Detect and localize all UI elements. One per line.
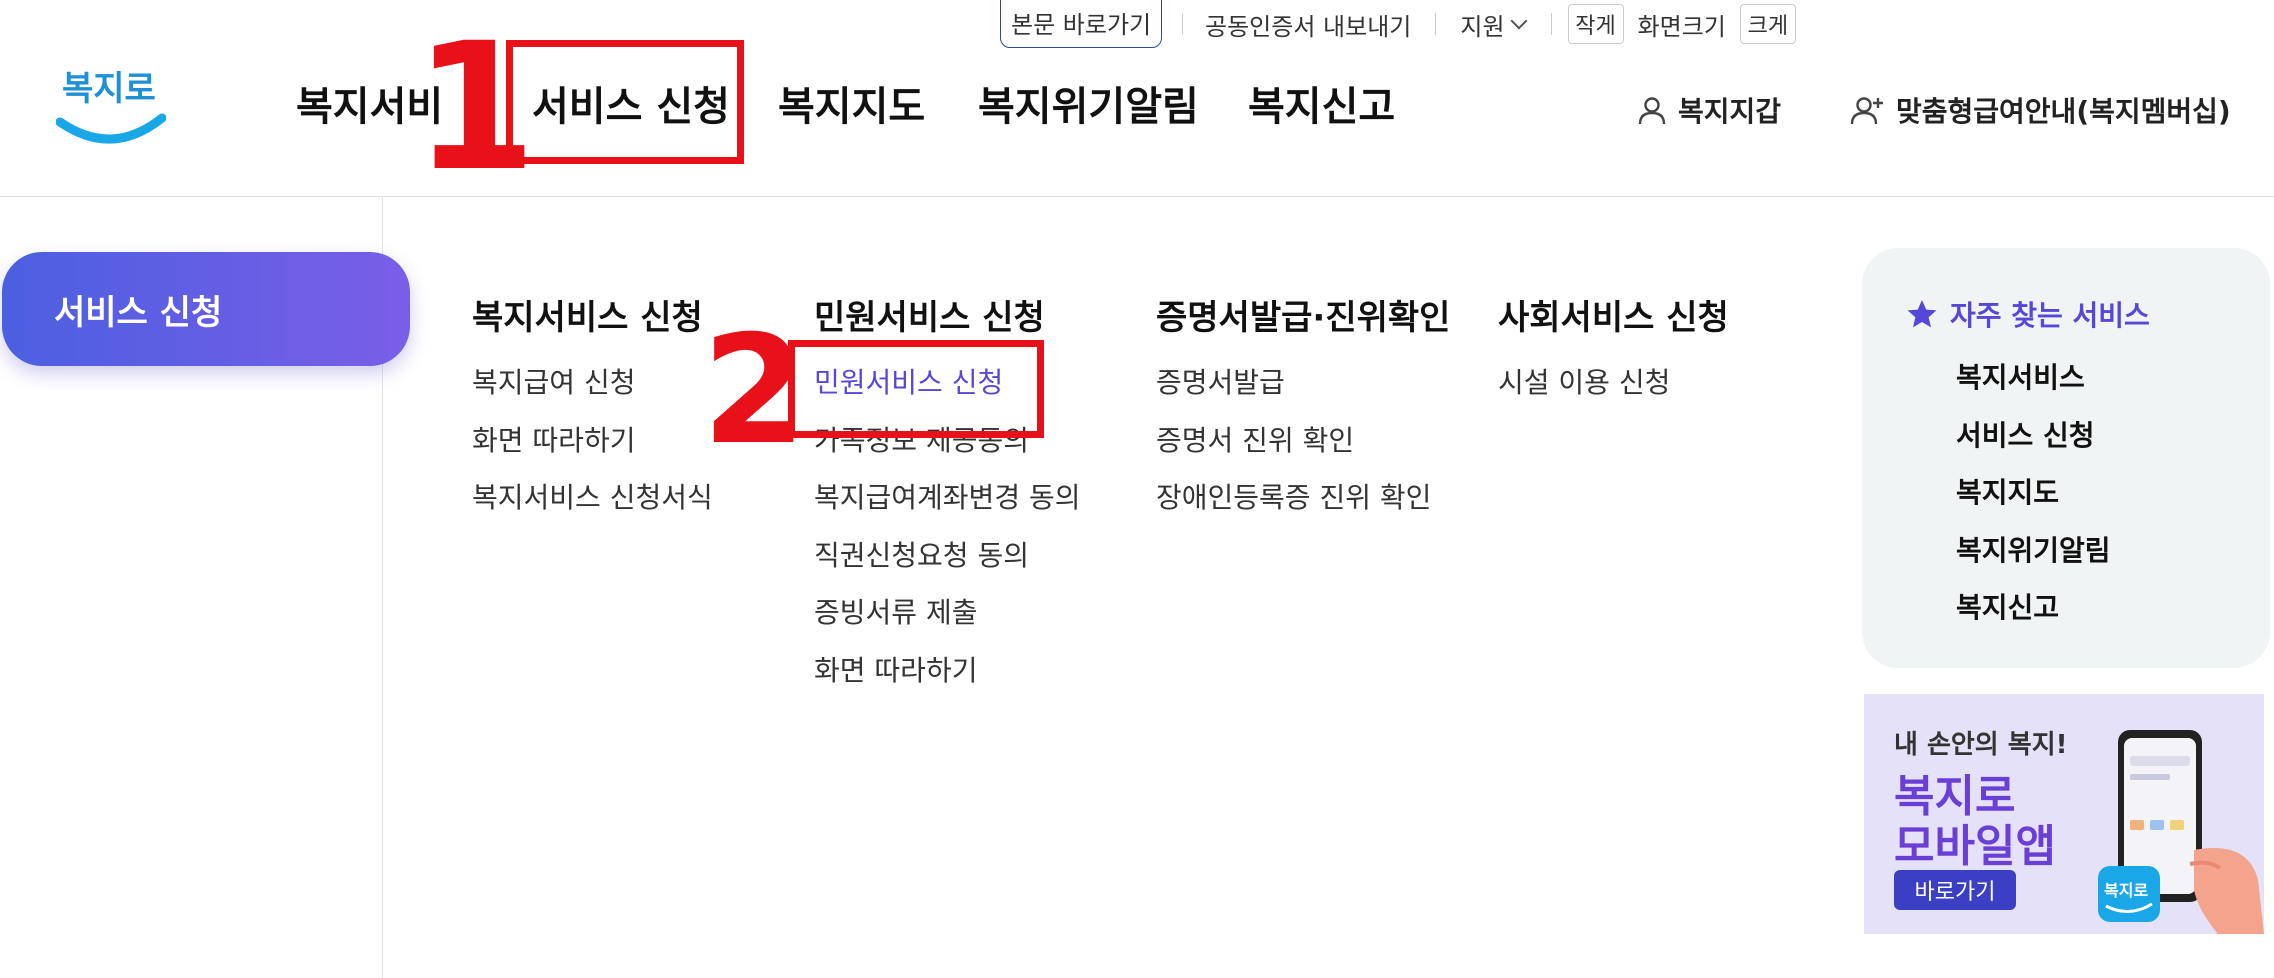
divider [1550,13,1552,35]
favorite-item[interactable]: 복지위기알림 [1956,531,2111,589]
annotation-box-2 [788,340,1044,438]
user-icon [1638,97,1666,125]
phone-logo-text: 복지로 [2104,881,2148,900]
wallet-link[interactable]: 복지지갑 [1636,90,1781,130]
support-dropdown[interactable]: 지원 [1460,7,1528,42]
menu-column-title: 복지서비스 신청 [472,298,703,338]
side-menu-service-application[interactable]: 서비스 신청 [2,252,410,366]
favorite-item[interactable]: 서비스 신청 [1956,416,2111,474]
zoom-label: 화면크기 [1637,12,1726,41]
membership-label: 맞춤형급여안내(복지멤버십) [1896,95,2231,128]
gnb-welfare-report[interactable]: 복지신고 [1248,74,1395,132]
header-divider [0,196,2274,197]
cert-export-label: 공동인증서 내보내기 [1205,12,1412,41]
chevron-down-icon [1510,12,1528,30]
divider [1182,13,1183,35]
membership-link[interactable]: 맞춤형급여안내(복지멤버십) [1850,90,2231,130]
utility-bar: 본문 바로가기 공동인증서 내보내기 지원 작게 화면크기 크게 [1000,0,2274,48]
menu-column-social: 사회서비스 신청 시설 이용 신청 [1498,290,1729,421]
banner-tagline: 내 손안의 복지! [1894,730,2068,760]
menu-link[interactable]: 증명서 진위 확인 [1156,421,1450,479]
favorites-title-label: 자주 찾는 서비스 [1950,299,2150,332]
menu-column-title: 증명서발급·진위확인 [1156,298,1451,338]
gnb-crisis-alert[interactable]: 복지위기알림 [978,74,1199,132]
banner-go-button[interactable]: 바로가기 [1894,870,2016,910]
skip-to-content-link[interactable]: 본문 바로가기 [1000,0,1163,48]
menu-link[interactable]: 화면 따라하기 [814,651,1081,709]
menu-link[interactable]: 시설 이용 신청 [1498,363,1729,421]
logo-mark-icon: 복지로 [55,69,167,144]
annotation-box-1 [506,40,744,164]
menu-link[interactable]: 장애인등록증 진위 확인 [1156,478,1450,536]
menu-link[interactable]: 복지서비스 신청서식 [472,478,713,536]
favorites-title: 자주 찾는 서비스 [1906,294,2150,334]
site-logo[interactable]: 복지로 [55,52,167,148]
menu-column-certificate: 증명서발급·진위확인 증명서발급 증명서 진위 확인 장애인등록증 진위 확인 [1156,290,1450,536]
support-label: 지원 [1460,12,1505,41]
star-icon [1907,300,1937,328]
menu-link[interactable]: 복지급여 신청 [472,363,713,421]
favorite-item[interactable]: 복지지도 [1956,473,2111,531]
wallet-label: 복지지갑 [1678,95,1782,128]
phone-hand-illustration: 복지로 [2098,730,2264,934]
favorite-item[interactable]: 복지서비스 [1956,358,2111,416]
menu-link[interactable]: 직권신청요청 동의 [814,536,1081,594]
menu-column-title: 사회서비스 신청 [1498,298,1729,338]
favorite-item[interactable]: 복지신고 [1956,588,2111,646]
favorites-list: 복지서비스 서비스 신청 복지지도 복지위기알림 복지신고 [1956,358,2111,646]
banner-title-line2: 모바일앱 [1894,821,2056,872]
cert-export-link[interactable]: 공동인증서 내보내기 [1205,7,1411,42]
favorites-panel: 자주 찾는 서비스 복지서비스 서비스 신청 복지지도 복지위기알림 복지신고 [1862,248,2270,668]
menu-link[interactable]: 증명서발급 [1156,363,1450,421]
menu-link[interactable]: 화면 따라하기 [472,421,713,479]
logo-text: 복지로 [62,69,156,109]
menu-link[interactable]: 복지급여계좌변경 동의 [814,478,1081,536]
gnb-welfare-map[interactable]: 복지지도 [778,74,925,132]
zoom-in-button[interactable]: 크게 [1739,4,1796,44]
menu-column-title: 민원서비스 신청 [814,298,1045,338]
menu-link[interactable]: 증빙서류 제출 [814,593,1081,651]
divider [1435,13,1437,35]
user-add-icon [1850,97,1883,125]
mobile-app-banner[interactable]: 내 손안의 복지! 복지로 모바일앱 바로가기 복지로 [1864,694,2264,934]
menu-column-welfare: 복지서비스 신청 복지급여 신청 화면 따라하기 복지서비스 신청서식 [472,290,713,536]
zoom-out-button[interactable]: 작게 [1567,4,1624,44]
